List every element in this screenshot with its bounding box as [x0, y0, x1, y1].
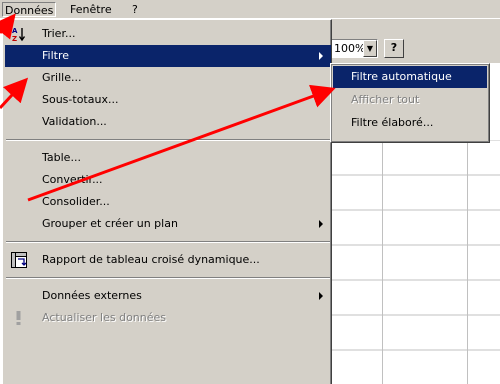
menu-item-consolider[interactable]: Consolider...: [5, 191, 331, 213]
submenu-item-filtre-elabore[interactable]: Filtre élaboré...: [333, 112, 487, 134]
zoom-combo[interactable]: 100% ▼: [330, 39, 378, 58]
menu-item-label: Grille...: [42, 71, 82, 84]
menu-item-label: Convertir...: [42, 173, 103, 186]
menu-item-label: Validation...: [42, 115, 107, 128]
submenu-arrow-icon: [319, 220, 323, 228]
submenu-item-afficher-tout[interactable]: Afficher tout: [333, 89, 487, 111]
menu-item-trier[interactable]: A Z Trier...: [5, 23, 331, 45]
donnees-menu: A Z Trier... Filtre Grille... Sous-totau…: [2, 19, 332, 384]
menu-help[interactable]: ?: [130, 2, 140, 17]
menu-item-sous-totaux[interactable]: Sous-totaux...: [5, 89, 331, 111]
submenu-item-label: Afficher tout: [351, 93, 420, 106]
menu-item-grille[interactable]: Grille...: [5, 67, 331, 89]
svg-text:Z: Z: [12, 35, 17, 42]
zoom-dropdown-icon[interactable]: ▼: [363, 40, 377, 57]
exclamation-icon: [16, 311, 21, 325]
menu-item-label: Données externes: [42, 289, 142, 302]
zoom-value: 100%: [334, 42, 366, 55]
svg-text:A: A: [12, 27, 18, 35]
menu-separator: [6, 139, 330, 141]
worksheet-grid[interactable]: [320, 140, 500, 384]
menu-item-rapport-tcd[interactable]: Rapport de tableau croisé dynamique...: [5, 249, 331, 271]
menu-item-label: Sous-totaux...: [42, 93, 119, 106]
menu-item-validation[interactable]: Validation...: [5, 111, 331, 133]
menu-item-actualiser[interactable]: Actualiser les données: [5, 307, 331, 329]
submenu-item-label: Filtre élaboré...: [351, 116, 434, 129]
menu-item-convertir[interactable]: Convertir...: [5, 169, 331, 191]
menu-separator: [6, 241, 330, 243]
filtre-submenu: Filtre automatique Afficher tout Filtre …: [330, 63, 490, 143]
menu-item-label: Trier...: [42, 27, 76, 40]
sort-ascending-icon: A Z: [12, 27, 26, 42]
menu-item-label: Table...: [42, 151, 81, 164]
menu-separator: [6, 277, 330, 279]
menu-item-label: Consolider...: [42, 195, 110, 208]
menu-item-label: Filtre: [42, 49, 70, 62]
menu-item-label: Grouper et créer un plan: [42, 217, 178, 230]
submenu-arrow-icon: [319, 52, 323, 60]
menu-item-grouper[interactable]: Grouper et créer un plan: [5, 213, 331, 235]
menu-item-label: Rapport de tableau croisé dynamique...: [42, 253, 260, 266]
submenu-item-filtre-automatique[interactable]: Filtre automatique: [333, 66, 487, 88]
menu-donnees[interactable]: Données: [2, 2, 57, 17]
submenu-item-label: Filtre automatique: [351, 70, 452, 83]
menu-bar: Données Fenêtre ?: [0, 0, 500, 19]
menu-fenetre[interactable]: Fenêtre: [68, 2, 114, 17]
menu-item-donnees-externes[interactable]: Données externes: [5, 285, 331, 307]
help-button[interactable]: ?: [384, 39, 404, 58]
menu-item-label: Actualiser les données: [42, 311, 167, 324]
menu-item-table[interactable]: Table...: [5, 147, 331, 169]
submenu-arrow-icon: [319, 292, 323, 300]
menu-item-filtre[interactable]: Filtre: [5, 45, 331, 67]
excel-toolbar: 100% ▼ ?: [320, 19, 500, 63]
pivot-table-icon: [11, 252, 27, 268]
